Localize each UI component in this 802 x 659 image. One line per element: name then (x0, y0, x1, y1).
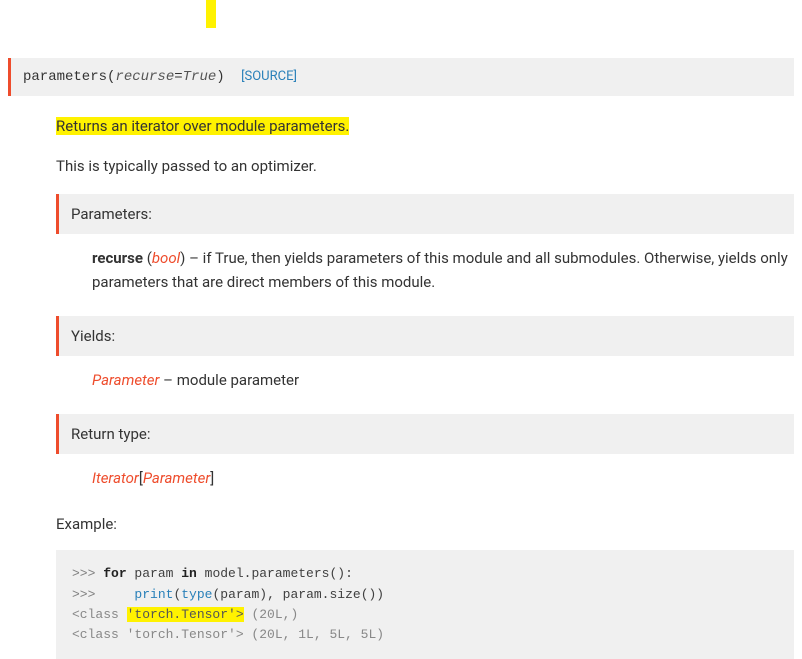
yields-description: – module parameter (159, 371, 299, 389)
doc-body: Returns an iterator over module paramete… (56, 114, 794, 659)
signature-param-name: recurse (115, 69, 174, 85)
return-type-outer-link[interactable]: Iterator (92, 469, 139, 487)
output-line-1-post: (20L,) (244, 607, 299, 622)
prompt-2: >>> (72, 587, 134, 602)
signature-default: True (183, 69, 217, 85)
parameters-header: Parameters: (56, 194, 794, 234)
return-type-body: Iterator[Parameter] (92, 466, 794, 490)
method-signature: parameters(recurse=True) [SOURCE] (8, 58, 794, 96)
param-name: recurse (92, 249, 143, 267)
parameters-body: recurse (bool) – if True, then yields pa… (92, 246, 794, 294)
keyword-for: for (103, 566, 126, 581)
keyword-in: in (181, 566, 197, 581)
yields-body: Parameter – module parameter (92, 368, 794, 392)
yields-header: Yields: (56, 316, 794, 356)
output-highlight: 'torch.Tensor'> (127, 607, 244, 622)
source-link[interactable]: [SOURCE] (241, 69, 297, 84)
code-rest: (param), param.size()) (212, 587, 384, 602)
yields-type: Parameter (92, 371, 159, 389)
output-line-2: <class 'torch.Tensor'> (20L, 1L, 5L, 5L) (72, 627, 384, 642)
param-open-paren: ( (143, 249, 152, 267)
signature-close-paren: ) (216, 69, 224, 85)
builtin-print: print (134, 587, 173, 602)
builtin-type: type (181, 587, 212, 602)
note-paragraph: This is typically passed to an optimizer… (56, 154, 794, 178)
param-description: – if True, then yields parameters of thi… (92, 249, 788, 291)
prompt-1: >>> (72, 566, 103, 581)
output-line-1-pre: <class (72, 607, 127, 622)
code-text-1: param (127, 566, 182, 581)
summary-highlight: Returns an iterator over module paramete… (56, 117, 349, 135)
doc-container: parameters(recurse=True) [SOURCE] Return… (0, 58, 802, 659)
code-text-2: model.parameters(): (197, 566, 353, 581)
summary-paragraph: Returns an iterator over module paramete… (56, 114, 794, 138)
example-label: Example: (56, 512, 794, 536)
signature-name: parameters (23, 69, 107, 85)
return-type-inner-link[interactable]: Parameter (143, 469, 210, 487)
signature-equals: = (174, 69, 182, 85)
top-highlight-bar (206, 0, 216, 28)
example-code-block: >>> for param in model.parameters(): >>>… (56, 550, 794, 659)
param-type-link[interactable]: bool (152, 249, 180, 267)
return-type-header: Return type: (56, 414, 794, 454)
return-type-close-bracket: ] (210, 469, 214, 487)
